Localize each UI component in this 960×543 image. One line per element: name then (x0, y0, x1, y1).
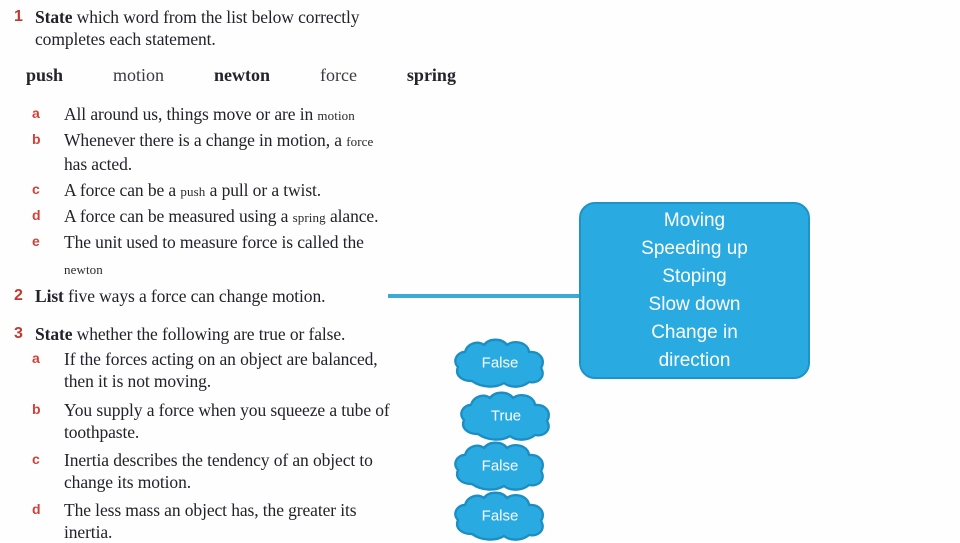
word-option-motion: motion (113, 65, 165, 85)
question-1c-answer: push (180, 184, 206, 199)
cloud-shape-icon (452, 490, 548, 542)
answer-box-line-4: Slow down (648, 293, 741, 315)
question-1b-statement: Whenever there is a change in motion, a (64, 130, 342, 150)
question-3a-answer-cloud: False (452, 337, 548, 389)
question-3d-statement-line1: The less mass an object has, the greater… (64, 500, 357, 520)
question-3a-letter: a (32, 350, 40, 366)
answer-box-line-3: Stoping (662, 265, 727, 287)
question-3c-statement-line2: change its motion. (64, 472, 191, 492)
question-1-prompt-line1: which word from the list below correctly (72, 7, 360, 27)
question-3c-statement-line1: Inertia describes the tendency of an obj… (64, 450, 373, 470)
question-1-command: State (35, 7, 73, 27)
question-3d-letter: d (32, 501, 41, 517)
connector-line (388, 294, 584, 298)
question-2-prompt: List five ways a force can change motion… (35, 285, 395, 307)
question-2-command: List (35, 286, 64, 306)
question-3d-text: The less mass an object has, the greater… (64, 499, 464, 543)
question-1e-answer: newton (64, 262, 103, 277)
word-option-force: force (319, 65, 357, 85)
question-1a-statement: All around us, things move or are in (64, 104, 314, 124)
question-1b-answer: force (346, 134, 374, 149)
worksheet-page: 1 State which word from the list below c… (0, 0, 960, 543)
worksheet-column: 1 State which word from the list below c… (0, 0, 470, 543)
question-2-prompt-line1: five ways a force can change motion. (63, 286, 326, 306)
question-3a-text: If the forces acting on an object are ba… (64, 348, 464, 392)
question-3c-letter: c (32, 451, 40, 467)
question-1d-statement-post: alance. (329, 206, 379, 226)
question-1-word-list: push motion newton force spring (26, 65, 456, 86)
question-1c-statement-post: a pull or a twist. (209, 180, 322, 200)
word-option-newton: newton (214, 65, 271, 85)
answer-box-line-5: Change in (651, 321, 738, 343)
answer-box-line-1: Moving (663, 209, 726, 231)
cloud-shape-icon (452, 337, 548, 389)
question-3d-answer-cloud: False (452, 490, 548, 542)
question-3-number: 3 (14, 325, 23, 342)
word-option-spring: spring (406, 65, 456, 85)
question-1b-text: Whenever there is a change in motion, a … (64, 129, 464, 175)
question-1d-text: A force can be measured using a spring a… (64, 205, 464, 229)
question-3b-statement-line1: You supply a force when you squeeze a tu… (64, 400, 390, 420)
question-1a-text: All around us, things move or are in mot… (64, 103, 464, 127)
cloud-shape-icon (458, 390, 554, 442)
question-1a-answer: motion (317, 108, 355, 123)
question-3a-statement-line2: then it is not moving. (64, 371, 212, 391)
question-2-number: 2 (14, 287, 23, 304)
question-3-prompt: State whether the following are true or … (35, 323, 455, 345)
question-1c-statement-pre: A force can be a (64, 180, 177, 200)
question-1-prompt: State which word from the list below cor… (35, 6, 455, 50)
question-3d-statement-line2: inertia. (64, 522, 113, 542)
question-1d-answer: spring (292, 210, 326, 225)
question-3b-answer-cloud: True (458, 390, 554, 442)
question-1e-statement: The unit used to measure force is called… (64, 232, 364, 252)
question-3-prompt-line1: whether the following are true or false. (72, 324, 346, 344)
question-1d-letter: d (32, 207, 41, 223)
question-1c-letter: c (32, 181, 40, 197)
question-3b-statement-line2: toothpaste. (64, 422, 140, 442)
question-1-prompt-line2: completes each statement. (35, 29, 216, 49)
question-1c-text: A force can be a push a pull or a twist. (64, 179, 464, 203)
word-option-push: push (26, 65, 64, 85)
question-1e-letter: e (32, 233, 40, 249)
answer-box-line-6: direction (658, 349, 731, 371)
question-1b-statement-line2: has acted. (64, 154, 132, 174)
question-3a-statement-line1: If the forces acting on an object are ba… (64, 349, 378, 369)
question-2-answer-box: Moving Speeding up Stoping Slow down Cha… (579, 202, 810, 379)
question-3c-text: Inertia describes the tendency of an obj… (64, 449, 464, 493)
question-3c-answer-cloud: False (452, 440, 548, 492)
question-3-command: State (35, 324, 73, 344)
question-1-number: 1 (14, 8, 23, 25)
question-1d-statement-pre: A force can be measured using a (64, 206, 289, 226)
question-1e-text: The unit used to measure force is called… (64, 231, 464, 253)
question-3b-text: You supply a force when you squeeze a tu… (64, 399, 464, 443)
cloud-shape-icon (452, 440, 548, 492)
question-3b-letter: b (32, 401, 41, 417)
question-1b-letter: b (32, 131, 41, 147)
answer-box-line-2: Speeding up (641, 237, 748, 259)
question-1a-letter: a (32, 105, 40, 121)
